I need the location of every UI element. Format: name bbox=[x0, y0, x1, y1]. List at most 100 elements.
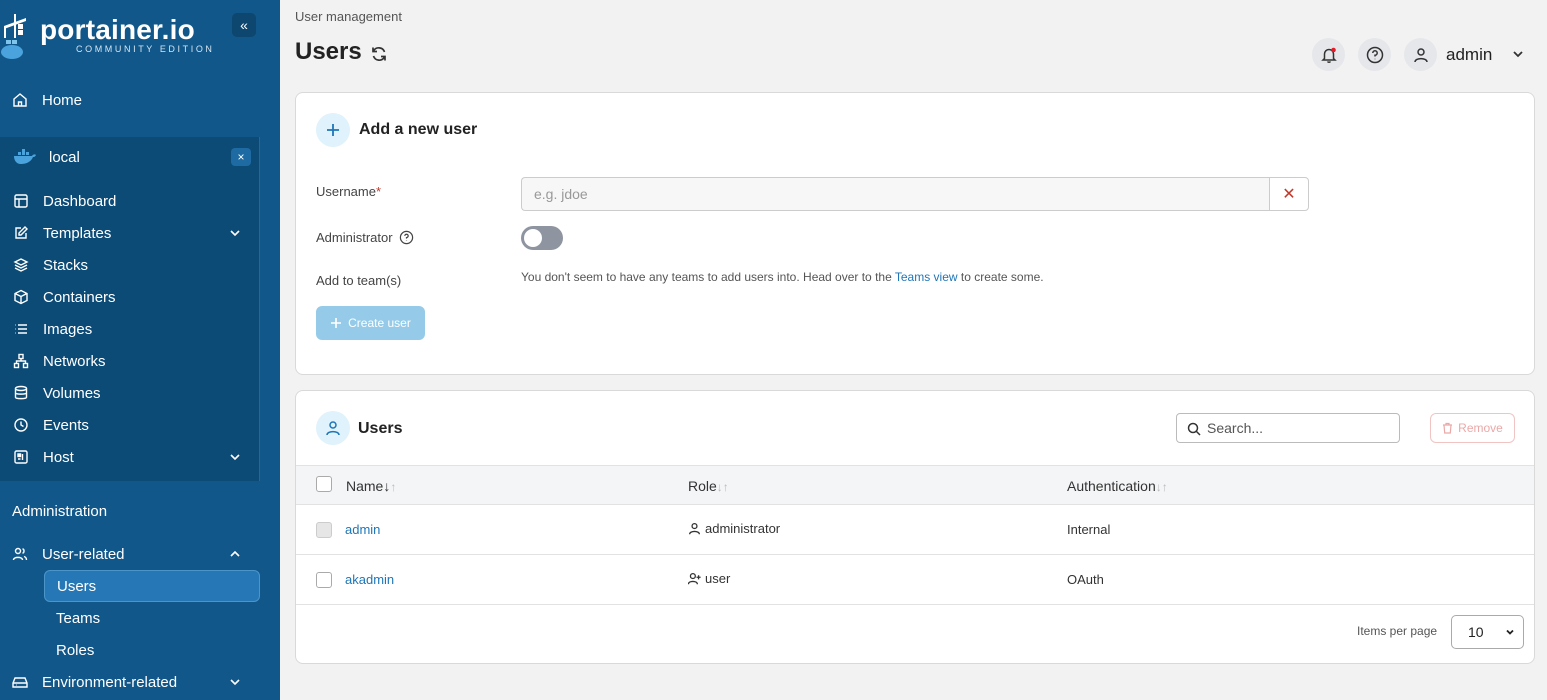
sidebar-item-label: Environment-related bbox=[42, 673, 178, 691]
dashboard-icon bbox=[14, 194, 28, 208]
user-icon bbox=[326, 421, 340, 436]
hard-drive-icon bbox=[12, 677, 28, 688]
user-name-link[interactable]: akadmin bbox=[345, 572, 394, 587]
sidebar-item-label: Templates bbox=[43, 224, 112, 242]
column-role-label: Role bbox=[688, 478, 717, 494]
select-all-checkbox[interactable] bbox=[316, 476, 332, 492]
teams-help-suffix: to create some. bbox=[957, 270, 1044, 284]
refresh-icon[interactable] bbox=[370, 45, 388, 63]
chevron-down-icon bbox=[230, 679, 240, 686]
logo-text: portainer.io bbox=[40, 14, 195, 45]
collapse-sidebar-button[interactable]: « bbox=[232, 13, 256, 37]
portainer-logo[interactable]: portainer.io COMMUNITY EDITION bbox=[0, 12, 230, 62]
breadcrumb: User management bbox=[295, 9, 402, 24]
sidebar-item-dashboard[interactable]: Dashboard bbox=[0, 185, 280, 217]
remove-button[interactable]: Remove bbox=[1430, 413, 1515, 443]
environment-name: local bbox=[49, 148, 80, 166]
users-icon bbox=[12, 547, 28, 561]
network-icon bbox=[13, 353, 29, 369]
user-name-link[interactable]: admin bbox=[345, 522, 380, 537]
table-row: akadmin user OAuth bbox=[296, 555, 1534, 605]
sidebar-item-networks[interactable]: Networks bbox=[0, 345, 280, 377]
add-user-card-icon bbox=[316, 113, 350, 147]
user-icon bbox=[1413, 47, 1428, 62]
database-icon bbox=[14, 385, 28, 400]
users-table-card: Users Search... Remove Name↓↑ Role↓↑ Aut… bbox=[295, 390, 1535, 664]
administrator-toggle[interactable] bbox=[521, 226, 563, 250]
column-header-role[interactable]: Role↓↑ bbox=[688, 478, 729, 494]
sidebar-item-volumes[interactable]: Volumes bbox=[0, 377, 280, 409]
sidebar-item-home[interactable]: Home bbox=[0, 84, 280, 116]
edit-icon bbox=[15, 226, 28, 239]
chevron-down-icon bbox=[230, 454, 240, 461]
sidebar-item-containers[interactable]: Containers bbox=[0, 281, 280, 313]
username-label-text: Username bbox=[316, 184, 376, 199]
sidebar-item-images[interactable]: Images bbox=[0, 313, 280, 345]
administration-title: Administration bbox=[12, 503, 108, 520]
chevron-up-icon bbox=[230, 550, 240, 557]
help-circle-icon[interactable] bbox=[399, 230, 414, 245]
sidebar-item-teams[interactable]: Teams bbox=[44, 602, 260, 634]
users-card-icon bbox=[316, 411, 350, 445]
sidebar-item-users[interactable]: Users bbox=[44, 570, 260, 602]
username-input[interactable]: e.g. jdoe bbox=[521, 177, 1270, 211]
sidebar-item-host[interactable]: Host bbox=[0, 441, 280, 473]
close-environment-button[interactable]: × bbox=[231, 148, 251, 166]
user-avatar[interactable] bbox=[1404, 38, 1437, 71]
sidebar-item-stacks[interactable]: Stacks bbox=[0, 249, 280, 281]
column-header-authentication[interactable]: Authentication↓↑ bbox=[1067, 478, 1168, 494]
sidebar: portainer.io COMMUNITY EDITION « Home lo… bbox=[0, 0, 280, 700]
administrator-label: Administrator bbox=[316, 230, 414, 245]
sidebar-item-label: Networks bbox=[43, 352, 106, 370]
sidebar-item-label: User-related bbox=[42, 545, 125, 563]
chevron-down-icon bbox=[230, 230, 240, 237]
box-icon bbox=[14, 289, 28, 305]
portainer-logo-icon bbox=[1, 14, 26, 59]
clock-icon bbox=[14, 418, 28, 432]
sidebar-item-roles[interactable]: Roles bbox=[44, 634, 260, 666]
server-icon bbox=[14, 450, 28, 464]
chevron-down-icon bbox=[1506, 629, 1514, 635]
create-user-button[interactable]: Create user bbox=[316, 306, 425, 340]
username-label: Username* bbox=[316, 184, 381, 199]
sidebar-item-label: Events bbox=[43, 416, 89, 434]
items-per-page-select[interactable]: 10 bbox=[1451, 615, 1524, 649]
sort-icon: ↓↑ bbox=[716, 480, 729, 494]
add-to-teams-label: Add to team(s) bbox=[316, 273, 402, 288]
column-authentication-label: Authentication bbox=[1067, 478, 1156, 494]
add-user-card: Add a new user Username* e.g. jdoe ✕ Adm… bbox=[295, 92, 1535, 375]
notifications-button[interactable] bbox=[1312, 38, 1345, 71]
user-authentication: Internal bbox=[1067, 522, 1111, 537]
search-icon bbox=[1187, 422, 1201, 436]
row-checkbox bbox=[316, 522, 332, 538]
current-username[interactable]: admin bbox=[1446, 45, 1492, 65]
column-header-name[interactable]: Name↓↑ bbox=[346, 478, 396, 494]
home-icon bbox=[13, 93, 27, 107]
main-content: User management Users admin Add a new us… bbox=[280, 0, 1547, 700]
help-button[interactable] bbox=[1358, 38, 1391, 71]
docker-icon bbox=[14, 149, 36, 164]
teams-view-link[interactable]: Teams view bbox=[895, 270, 958, 284]
remove-label: Remove bbox=[1458, 421, 1503, 435]
bell-icon bbox=[1320, 47, 1337, 63]
logo-edition: COMMUNITY EDITION bbox=[76, 44, 215, 54]
sidebar-item-user-related[interactable]: User-related bbox=[0, 538, 280, 570]
close-icon: ✕ bbox=[1282, 186, 1296, 203]
user-role-text: administrator bbox=[705, 521, 781, 536]
row-checkbox[interactable] bbox=[316, 572, 332, 588]
sidebar-item-events[interactable]: Events bbox=[0, 409, 280, 441]
create-user-label: Create user bbox=[348, 316, 411, 330]
sidebar-item-label: Containers bbox=[43, 288, 116, 306]
search-input[interactable]: Search... bbox=[1176, 413, 1400, 443]
user-role: user bbox=[688, 571, 730, 586]
user-role: administrator bbox=[688, 521, 780, 536]
users-card-title: Users bbox=[358, 420, 403, 437]
sidebar-item-label: Volumes bbox=[43, 384, 101, 402]
sidebar-item-environment-related[interactable]: Environment-related bbox=[0, 666, 280, 698]
clear-username-button[interactable]: ✕ bbox=[1269, 177, 1309, 211]
trash-icon bbox=[1443, 422, 1453, 434]
sidebar-item-templates[interactable]: Templates bbox=[0, 217, 280, 249]
user-icon bbox=[688, 522, 701, 535]
chevron-down-icon[interactable] bbox=[1511, 47, 1525, 61]
user-authentication: OAuth bbox=[1067, 572, 1104, 587]
